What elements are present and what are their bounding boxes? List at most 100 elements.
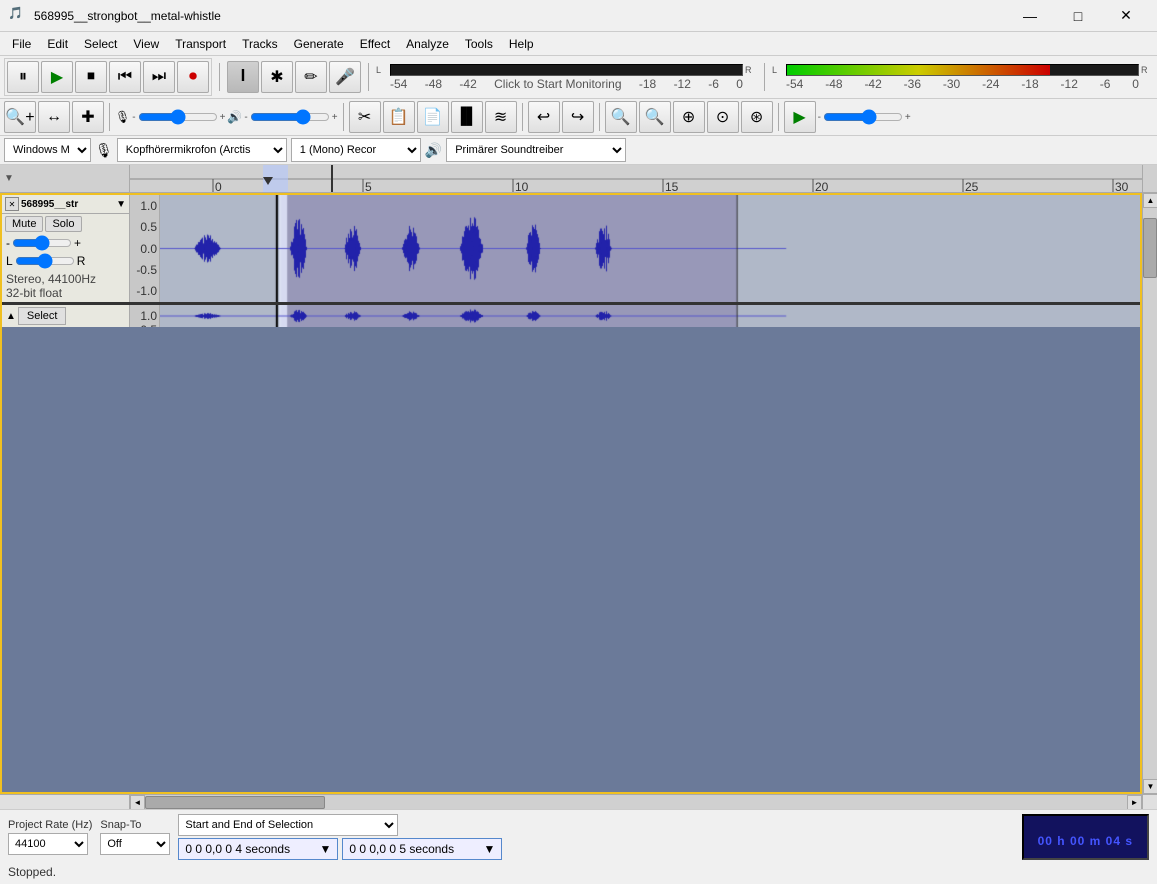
toolbar-separator-3 — [764, 63, 765, 91]
menu-help[interactable]: Help — [501, 35, 542, 53]
play-vol-max: + — [332, 112, 338, 123]
scroll-thumb-v[interactable] — [1143, 218, 1157, 278]
maximize-button[interactable]: □ — [1055, 1, 1101, 31]
skip-end-button[interactable]: ⏭ — [143, 61, 175, 93]
vu-play-r-label: R — [1141, 65, 1153, 75]
track-info-line1: Stereo, 44100Hz — [6, 272, 125, 286]
selection-end-display[interactable]: 0 0 0,0 0 5 seconds ▼ — [342, 838, 502, 860]
draw-tool-button[interactable]: ✏ — [295, 61, 327, 93]
hscroll-inner[interactable] — [145, 796, 1127, 809]
snap-to-select[interactable]: Off — [100, 833, 170, 855]
empty-track-area[interactable] — [2, 327, 1140, 792]
mic-select[interactable]: Kopfhörermikrofon (Arctis — [117, 138, 287, 162]
multi-tool-button[interactable]: ✚ — [72, 101, 104, 133]
app-icon: 🎵 — [8, 6, 28, 26]
menu-edit[interactable]: Edit — [39, 35, 76, 53]
hscroll-left-button[interactable]: ◄ — [130, 795, 145, 809]
record-button[interactable]: ⏺ — [177, 61, 209, 93]
scroll-track-v[interactable] — [1143, 208, 1157, 779]
device-toolbar: Windows M 🎙 Kopfhörermikrofon (Arctis 1 … — [0, 136, 1157, 165]
zoom-in-btn2[interactable]: 🔍 — [605, 101, 637, 133]
redo-button[interactable]: ↪ — [562, 101, 594, 133]
stop-button[interactable]: ⏹ — [75, 61, 107, 93]
menu-select[interactable]: Select — [76, 35, 125, 53]
vu-play-tick: -54 — [786, 77, 803, 91]
waveform-lower[interactable]: 1.0 0.5 0.0 -0.5 -1.0 — [130, 305, 1140, 327]
mute-button[interactable]: Mute — [5, 216, 43, 232]
play-green-button[interactable]: ▶ — [784, 101, 816, 133]
track-lower: ▲ Select 1.0 0.5 0.0 -0.5 -1.0 — [2, 305, 1140, 327]
pan-right-label: R — [77, 254, 86, 268]
zoom-out-btn2[interactable]: 🔍 — [639, 101, 671, 133]
track-info: Stereo, 44100Hz 32-bit float — [2, 270, 129, 302]
channel-select[interactable]: 1 (Mono) Recor — [291, 138, 421, 162]
hscroll-thumb[interactable] — [145, 796, 325, 809]
vu-tick: -54 — [390, 77, 407, 91]
playback-volume-slider[interactable] — [250, 109, 330, 125]
close-button[interactable]: ✕ — [1103, 1, 1149, 31]
zoom-toggle-btn[interactable]: ⊛ — [741, 101, 773, 133]
undo-button[interactable]: ↩ — [528, 101, 560, 133]
project-rate-select[interactable]: 44100 — [8, 833, 88, 855]
y-label-bot: -1.0 — [132, 284, 157, 298]
vol-min-label: - — [6, 236, 10, 250]
minimize-button[interactable]: — — [1007, 1, 1053, 31]
host-select[interactable]: Windows M — [4, 138, 91, 162]
pan-slider[interactable] — [15, 253, 75, 269]
select-tool-button[interactable]: 𝐈 — [227, 61, 259, 93]
sel-end-dropdown[interactable]: ▼ — [483, 842, 495, 856]
zoom-sel-btn[interactable]: ⊕ — [673, 101, 705, 133]
cut-button[interactable]: ✂ — [349, 101, 381, 133]
y-axis-lower: 1.0 0.5 0.0 -0.5 -1.0 — [130, 305, 160, 327]
menu-analyze[interactable]: Analyze — [398, 35, 457, 53]
menu-generate[interactable]: Generate — [286, 35, 352, 53]
solo-button[interactable]: Solo — [45, 216, 81, 232]
scroll-down-button[interactable]: ▼ — [1143, 779, 1157, 794]
record-level-button[interactable]: 🎤 — [329, 61, 361, 93]
menu-view[interactable]: View — [125, 35, 167, 53]
snap-to-label: Snap-To — [100, 819, 170, 831]
hscroll-track[interactable]: ◄ ► — [130, 794, 1142, 809]
vertical-scrollbar[interactable]: ▲ ▼ — [1142, 193, 1157, 794]
output-select[interactable]: Primärer Soundtreiber — [446, 138, 626, 162]
copy-button[interactable]: 📋 — [383, 101, 415, 133]
y-label-half-top-l: 0.5 — [132, 323, 157, 327]
silence-button[interactable]: ≋ — [485, 101, 517, 133]
zoom-normal-button[interactable]: ↔ — [38, 101, 70, 133]
select-button[interactable]: Select — [18, 307, 67, 325]
waveform-upper[interactable]: 1.0 0.5 0.0 -0.5 -1.0 — [130, 195, 1140, 302]
track-upper: ✕ 568995__str ▼ Mute Solo - + — [2, 195, 1140, 305]
selection-mode-select[interactable]: Start and End of Selection — [178, 814, 398, 836]
sel-start-dropdown[interactable]: ▼ — [319, 842, 331, 856]
playback-speed-slider[interactable] — [823, 109, 903, 125]
menu-tools[interactable]: Tools — [457, 35, 501, 53]
svg-text:10: 10 — [515, 180, 529, 192]
menu-file[interactable]: File — [4, 35, 39, 53]
envelope-tool-button[interactable]: ✱ — [261, 61, 293, 93]
track-name: 568995__str — [19, 199, 116, 210]
waveform-upper-canvas — [160, 195, 1140, 302]
hscroll-corner — [1142, 794, 1157, 809]
speaker-device-icon: 🔊 — [425, 142, 442, 159]
record-volume-slider[interactable] — [138, 109, 218, 125]
scroll-up-button[interactable]: ▲ — [1143, 193, 1157, 208]
trim-button[interactable]: ▐▌ — [451, 101, 483, 133]
track-collapse-button[interactable]: ▼ — [116, 199, 126, 210]
zoom-fit-btn[interactable]: ⊙ — [707, 101, 739, 133]
window-title: 568995__strongbot__metal-whistle — [34, 9, 1007, 23]
selection-group: Start and End of Selection 0 0 0,0 0 4 s… — [178, 814, 502, 860]
paste-button[interactable]: 📄 — [417, 101, 449, 133]
selection-start-display[interactable]: 0 0 0,0 0 4 seconds ▼ — [178, 838, 338, 860]
pause-button[interactable]: ⏸ — [7, 61, 39, 93]
menu-tracks[interactable]: Tracks — [234, 35, 286, 53]
menu-effect[interactable]: Effect — [352, 35, 398, 53]
play-spd-max: + — [905, 112, 911, 123]
track-close-button[interactable]: ✕ — [5, 197, 19, 211]
skip-start-button[interactable]: ⏮ — [109, 61, 141, 93]
volume-slider[interactable] — [12, 235, 72, 251]
track-label-lower: ▲ Select — [2, 305, 130, 327]
zoom-in-button[interactable]: 🔍+ — [4, 101, 36, 133]
play-button[interactable]: ▶ — [41, 61, 73, 93]
hscroll-right-button[interactable]: ► — [1127, 795, 1142, 809]
menu-transport[interactable]: Transport — [167, 35, 234, 53]
